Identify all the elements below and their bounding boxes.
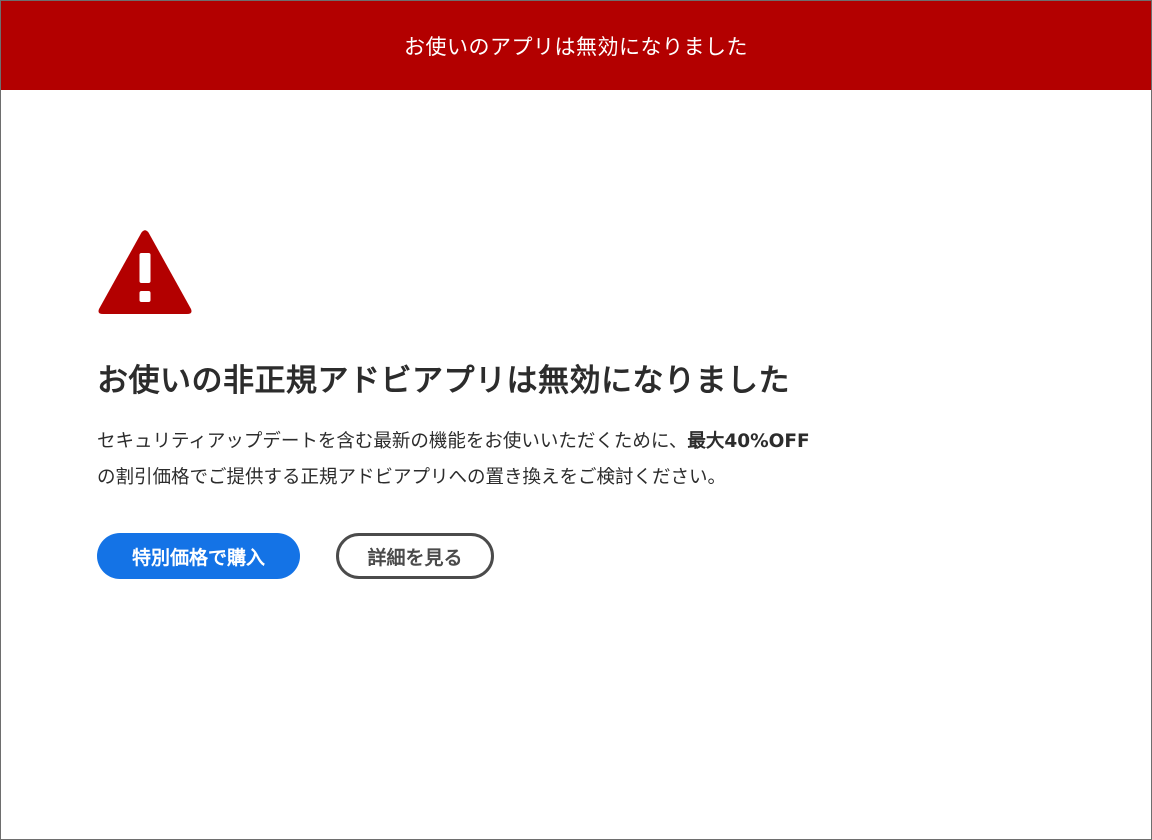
banner-title: お使いのアプリは無効になりました — [404, 34, 748, 59]
alert-description: セキュリティアップデートを含む最新の機能をお使いいただくために、最大40%OFF… — [97, 424, 917, 496]
app-window: お使いのアプリは無効になりました お使いの非正規アドビアプリは無効になりました … — [0, 0, 1152, 840]
buy-special-price-button[interactable]: 特別価格で購入 — [97, 533, 300, 579]
alert-title: お使いの非正規アドビアプリは無効になりました — [97, 363, 790, 399]
alert-content: お使いの非正規アドビアプリは無効になりました セキュリティアップデートを含む最新… — [97, 229, 917, 579]
discount-emphasis: 最大40%OFF — [687, 431, 810, 452]
top-banner: お使いのアプリは無効になりました — [1, 1, 1151, 90]
warning-triangle-icon — [98, 230, 192, 314]
description-text-2: の割引価格でご提供する正規アドビアプリへの置き換えをご検討ください。 — [97, 467, 727, 488]
description-text-1: セキュリティアップデートを含む最新の機能をお使いいただくために、 — [97, 431, 688, 452]
action-buttons: 特別価格で購入 詳細を見る — [97, 533, 917, 579]
view-details-button[interactable]: 詳細を見る — [336, 533, 494, 579]
